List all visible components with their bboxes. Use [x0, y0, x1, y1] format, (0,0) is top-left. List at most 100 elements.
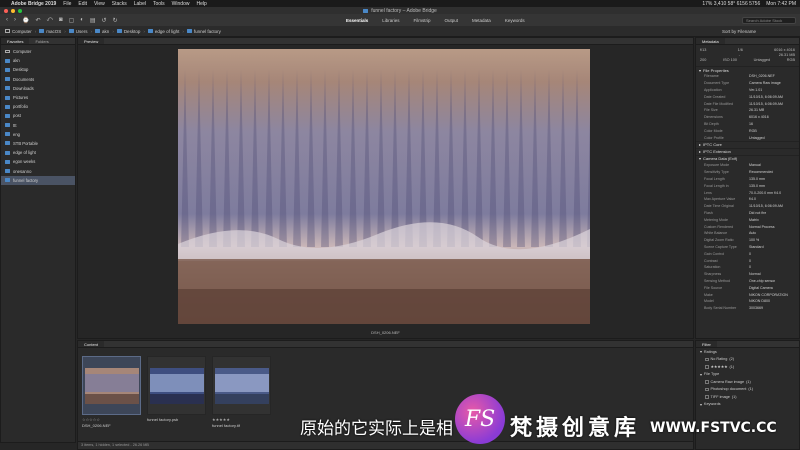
- metadata-section-header[interactable]: ▸ IPTC Extension: [696, 147, 799, 155]
- sidebar-item[interactable]: Documents: [1, 75, 75, 84]
- metadata-key: Bit Depth: [704, 121, 719, 126]
- workspace-output[interactable]: Output: [443, 17, 461, 24]
- thumbnail[interactable]: funnel factory.psb: [147, 356, 206, 428]
- breadcrumb-computer[interactable]: Computer: [5, 29, 32, 34]
- sidebar-item[interactable]: funnel factory: [1, 175, 75, 185]
- return-icon[interactable]: ↶: [35, 17, 40, 24]
- rotate-left-icon[interactable]: ↺: [102, 17, 107, 24]
- thumbnail-filename: funnel factory.tif: [212, 422, 240, 428]
- thumbnail[interactable]: ★★★★★ funnel factory.tif: [212, 356, 271, 428]
- breadcrumb-users[interactable]: Users: [68, 29, 88, 34]
- metadata-row: Gain Control 0: [696, 250, 799, 257]
- tab-favorites[interactable]: Favorites: [1, 38, 30, 44]
- rating-stars[interactable]: ★★★★★: [212, 417, 271, 422]
- preview-image[interactable]: [178, 49, 590, 324]
- minimize-window-button[interactable]: [11, 8, 15, 13]
- tab-preview[interactable]: Preview: [78, 38, 105, 44]
- back-icon[interactable]: ‹: [6, 17, 8, 24]
- sidebar-item[interactable]: STB Portable: [1, 139, 75, 148]
- sidebar-item[interactable]: ttt: [1, 121, 75, 130]
- metadata-section-header[interactable]: ▸ IPTC Core: [696, 140, 799, 148]
- breadcrumb-funnel-factory[interactable]: funnel factory: [186, 29, 221, 34]
- sidebar-item[interactable]: akn: [1, 56, 75, 65]
- open-in-camera-raw-icon[interactable]: ◐: [80, 17, 84, 24]
- workspace-metadata[interactable]: Metadata: [470, 17, 493, 24]
- thumbnail-image[interactable]: [149, 367, 204, 404]
- metadata-key: Dimensions: [704, 115, 723, 120]
- thumbnail-frame[interactable]: [82, 356, 141, 415]
- thumbnail-frame[interactable]: [147, 356, 206, 415]
- clock[interactable]: Mon 7:42 PM: [766, 1, 796, 7]
- filter-option[interactable]: Camera Raw image (1): [696, 378, 799, 386]
- filter-option[interactable]: No Rating (2): [696, 356, 799, 364]
- workspace-keywords[interactable]: Keywords: [503, 17, 527, 24]
- menu-view[interactable]: View: [94, 1, 105, 7]
- metadata-row: Body Serial Number 3003669: [696, 305, 799, 312]
- filter-section[interactable]: ▾ File Type: [696, 371, 799, 379]
- filter-option[interactable]: TIFF image (1): [696, 393, 799, 401]
- breadcrumb-akn[interactable]: akn: [95, 29, 109, 34]
- metadata-row: Model NIKON D800: [696, 298, 799, 305]
- tab-content[interactable]: Content: [78, 341, 105, 347]
- sidebar-item[interactable]: portfolio: [1, 102, 75, 111]
- sidebar-item[interactable]: edge of light: [1, 148, 75, 157]
- menu-edit[interactable]: Edit: [78, 1, 87, 7]
- sidebar-item[interactable]: post: [1, 111, 75, 120]
- forward-icon[interactable]: ›: [14, 17, 16, 24]
- brand-logo: FS: [455, 394, 505, 444]
- workspace-filmstrip[interactable]: Filmstrip: [412, 17, 433, 24]
- tab-metadata[interactable]: Metadata: [696, 38, 725, 44]
- rating-stars[interactable]: ☆☆☆☆☆: [82, 417, 141, 422]
- rotate-right-icon[interactable]: ↻: [113, 17, 118, 24]
- sidebar-item[interactable]: Pictures: [1, 93, 75, 102]
- thumbnail-frame[interactable]: [212, 356, 271, 415]
- metadata-section-header[interactable]: ▾ Camera Data (Exif): [696, 154, 799, 162]
- chevron-right-icon: ▸: [699, 149, 702, 155]
- menu-help[interactable]: Help: [196, 1, 206, 7]
- filter-label: Ratings: [703, 349, 717, 354]
- filter-section[interactable]: ▾ Keywords: [696, 401, 799, 409]
- menu-window[interactable]: Window: [172, 1, 190, 7]
- thumbnail[interactable]: ☆☆☆☆☆ DSH_0206.NEF: [82, 356, 141, 428]
- thumbnail-image[interactable]: [84, 367, 139, 404]
- recent-folders-icon[interactable]: ⌚: [22, 17, 29, 24]
- workspace-essentials[interactable]: Essentials: [344, 17, 370, 24]
- metadata-row: Color Mode RGB: [696, 127, 799, 134]
- camera-icon[interactable]: ◙: [59, 17, 63, 24]
- search-input[interactable]: Search Adobe Stock: [742, 16, 796, 24]
- boomerang-icon[interactable]: ⤺: [47, 17, 53, 24]
- sort-dropdown[interactable]: Sort by Filename: [722, 29, 756, 34]
- filter-section[interactable]: ▾ Ratings: [696, 348, 799, 356]
- breadcrumb-desktop[interactable]: Desktop: [116, 29, 140, 34]
- tab-filter[interactable]: Filter: [696, 341, 717, 347]
- filter-option[interactable]: Photoshop document (1): [696, 386, 799, 394]
- tab-folders[interactable]: Folders: [29, 38, 54, 44]
- menu-file[interactable]: File: [63, 1, 71, 7]
- menu-tools[interactable]: Tools: [153, 1, 165, 7]
- thumbnail-image[interactable]: [214, 367, 269, 404]
- menu-stacks[interactable]: Stacks: [112, 1, 127, 7]
- checkbox[interactable]: [705, 387, 709, 391]
- zoom-window-button[interactable]: [18, 8, 22, 13]
- filter-option[interactable]: ★★★★★ (1): [696, 363, 799, 371]
- sidebar-item[interactable]: Computer: [1, 47, 75, 56]
- checkbox[interactable]: [705, 357, 709, 361]
- app-menu[interactable]: Adobe Bridge 2019: [11, 1, 56, 7]
- output-icon[interactable]: ▤: [90, 17, 96, 24]
- checkbox[interactable]: [705, 395, 709, 399]
- sidebar-item[interactable]: Downloads: [1, 84, 75, 93]
- sidebar-item[interactable]: onesanno: [1, 166, 75, 175]
- sidebar-item[interactable]: eng: [1, 130, 75, 139]
- menu-label[interactable]: Label: [134, 1, 146, 7]
- breadcrumb-edge-of-light[interactable]: edge of light: [147, 29, 179, 34]
- sidebar-item[interactable]: Desktop: [1, 65, 75, 74]
- refine-icon[interactable]: ▢: [69, 17, 75, 24]
- close-window-button[interactable]: [4, 8, 8, 13]
- sidebar-item[interactable]: egon weeks: [1, 157, 75, 166]
- sidebar-item-label: Documents: [13, 76, 35, 82]
- checkbox[interactable]: [705, 365, 709, 369]
- checkbox[interactable]: [705, 380, 709, 384]
- metadata-section-header[interactable]: ▾ File Properties: [696, 66, 799, 73]
- workspace-libraries[interactable]: Libraries: [380, 17, 401, 24]
- breadcrumb-macos[interactable]: macOS: [39, 29, 61, 34]
